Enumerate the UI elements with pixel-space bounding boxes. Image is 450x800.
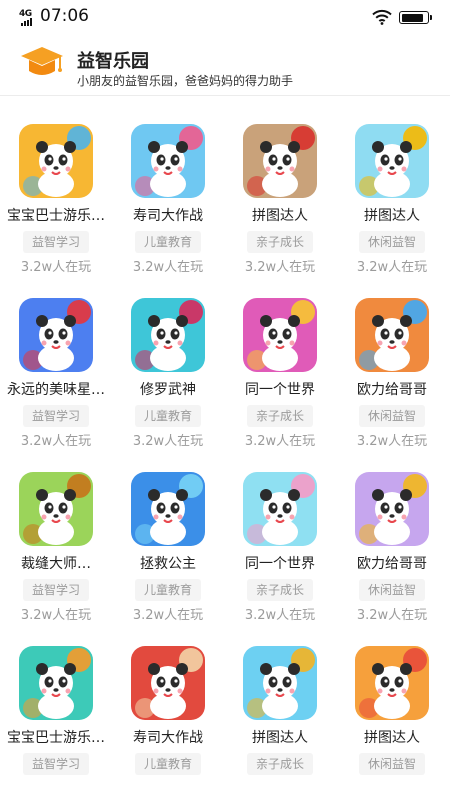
game-card[interactable]: 寿司大作战 儿童教育 xyxy=(112,618,224,790)
game-card[interactable]: 拯救公主 儿童教育 3.2w人在玩 xyxy=(112,444,224,623)
wifi-icon xyxy=(372,9,392,25)
game-category-tag: 亲子成长 xyxy=(247,231,313,253)
panda-candy-icon[interactable] xyxy=(355,124,429,198)
game-card[interactable]: 同一个世界 亲子成长 3.2w人在玩 xyxy=(224,270,336,449)
game-name: 欧力给哥哥 xyxy=(357,556,427,572)
battery-level xyxy=(401,13,424,22)
panda-cotton-candy-icon[interactable] xyxy=(131,124,205,198)
game-category-tag: 休闲益智 xyxy=(359,579,425,601)
battery-icon xyxy=(399,11,432,24)
game-name: 拼图达人 xyxy=(364,208,420,224)
page-header: 益智乐园 小朋友的益智乐园，爸爸妈妈的得力助手 xyxy=(0,34,450,96)
status-bar: 4G 07:06 xyxy=(0,0,450,34)
panda-farmer-icon[interactable] xyxy=(19,472,93,546)
game-name: 永远的美味星… xyxy=(7,382,105,398)
game-card[interactable]: 拼图达人 亲子成长 3.2w人在玩 xyxy=(224,96,336,275)
game-card[interactable]: 裁缝大师… 益智学习 3.2w人在玩 xyxy=(0,444,112,623)
game-card[interactable]: 修罗武神 儿童教育 3.2w人在玩 xyxy=(112,270,224,449)
game-name: 拼图达人 xyxy=(252,208,308,224)
panda-doctor-icon[interactable] xyxy=(131,472,205,546)
panda-airplane-icon[interactable] xyxy=(19,124,93,198)
game-category-tag: 休闲益智 xyxy=(359,231,425,253)
game-card[interactable]: 永远的美味星… 益智学习 3.2w人在玩 xyxy=(0,270,112,449)
game-category-tag: 休闲益智 xyxy=(359,753,425,775)
game-name: 寿司大作战 xyxy=(133,208,203,224)
panda-firefighter-icon[interactable] xyxy=(243,124,317,198)
game-name: 修罗武神 xyxy=(140,382,196,398)
game-card[interactable]: 同一个世界 亲子成长 3.2w人在玩 xyxy=(224,444,336,623)
game-category-tag: 儿童教育 xyxy=(135,231,201,253)
game-grid: 宝宝巴士游乐… 益智学习 3.2w人在玩 寿司大作战 儿童教育 3.2w人在玩 拼图达人 亲子… xyxy=(0,96,450,800)
game-card[interactable]: 欧力给哥哥 休闲益智 3.2w人在玩 xyxy=(336,270,448,449)
game-card[interactable]: 寿司大作战 儿童教育 3.2w人在玩 xyxy=(112,96,224,275)
panda-teacup-icon[interactable] xyxy=(131,646,205,720)
game-card[interactable]: 拼图达人 休闲益智 xyxy=(336,618,448,790)
game-category-tag: 休闲益智 xyxy=(359,405,425,427)
game-name: 拼图达人 xyxy=(364,730,420,746)
game-name: 同一个世界 xyxy=(245,556,315,572)
panda-bath-icon[interactable] xyxy=(243,472,317,546)
game-name: 拼图达人 xyxy=(252,730,308,746)
game-category-tag: 亲子成长 xyxy=(247,405,313,427)
fox-comb-icon[interactable] xyxy=(19,646,93,720)
game-card[interactable]: 宝宝巴士游乐… 益智学习 xyxy=(0,618,112,790)
game-category-tag: 益智学习 xyxy=(23,231,89,253)
game-name: 宝宝巴士游乐… xyxy=(7,730,105,746)
panda-honey-icon[interactable] xyxy=(243,646,317,720)
game-card[interactable]: 欧力给哥哥 休闲益智 3.2w人在玩 xyxy=(336,444,448,623)
game-category-tag: 亲子成长 xyxy=(247,579,313,601)
game-category-tag: 益智学习 xyxy=(23,579,89,601)
game-category-tag: 儿童教育 xyxy=(135,405,201,427)
game-name: 同一个世界 xyxy=(245,382,315,398)
game-name: 拯救公主 xyxy=(140,556,196,572)
signal-icon xyxy=(21,18,35,26)
page-title: 益智乐园 xyxy=(77,51,149,72)
monkey-noodles-icon[interactable] xyxy=(355,646,429,720)
game-name: 裁缝大师… xyxy=(21,556,91,572)
panda-party-icon[interactable] xyxy=(243,298,317,372)
panda-toilet-icon[interactable] xyxy=(355,472,429,546)
game-name: 欧力给哥哥 xyxy=(357,382,427,398)
panda-fruits-icon[interactable] xyxy=(19,298,93,372)
game-card[interactable]: 拼图达人 亲子成长 xyxy=(224,618,336,790)
game-category-tag: 亲子成长 xyxy=(247,753,313,775)
graduation-cap-icon xyxy=(20,45,64,81)
panda-water-icon[interactable] xyxy=(355,298,429,372)
game-card[interactable]: 拼图达人 休闲益智 3.2w人在玩 xyxy=(336,96,448,275)
game-name: 寿司大作战 xyxy=(133,730,203,746)
game-category-tag: 儿童教育 xyxy=(135,579,201,601)
game-card[interactable]: 宝宝巴士游乐… 益智学习 3.2w人在玩 xyxy=(0,96,112,275)
game-name: 宝宝巴士游乐… xyxy=(7,208,105,224)
game-category-tag: 益智学习 xyxy=(23,753,89,775)
game-category-tag: 益智学习 xyxy=(23,405,89,427)
game-category-tag: 儿童教育 xyxy=(135,753,201,775)
page-subtitle: 小朋友的益智乐园，爸爸妈妈的得力助手 xyxy=(77,74,294,88)
clock: 07:06 xyxy=(40,6,89,26)
panda-fruit-slice-icon[interactable] xyxy=(131,298,205,372)
